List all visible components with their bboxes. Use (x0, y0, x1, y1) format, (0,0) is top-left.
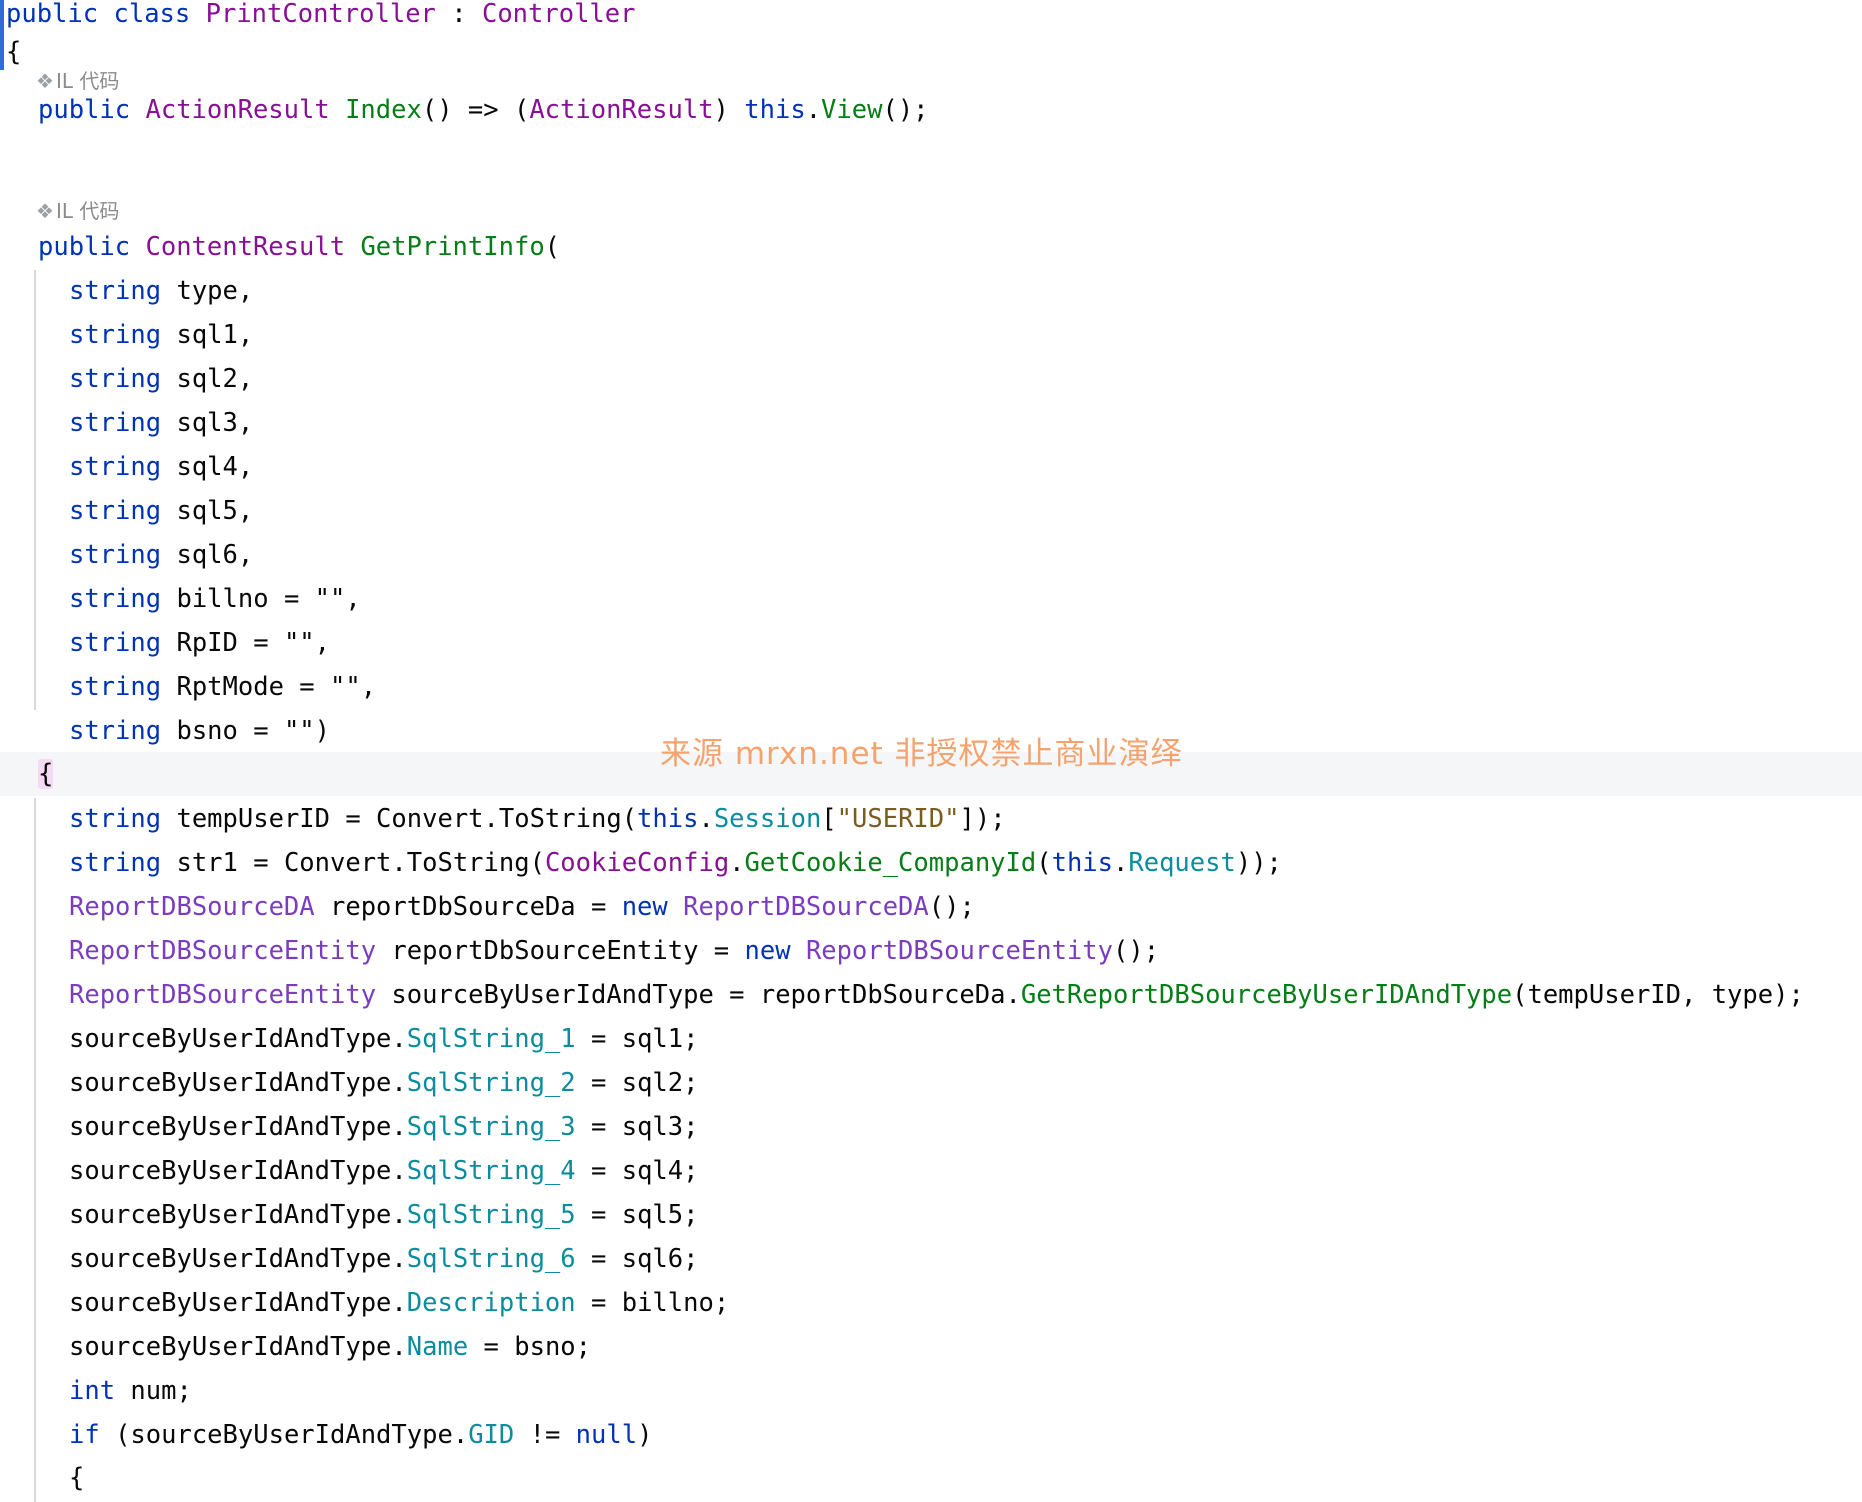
param-line: string sql3, (69, 408, 254, 438)
code-line-entity: ReportDBSourceEntity reportDbSourceEntit… (69, 936, 1160, 966)
index-method-line: public ActionResult Index() => (ActionRe… (38, 95, 929, 125)
il-code-hint[interactable]: ❖ IL 代码 (36, 196, 119, 226)
window-edge (0, 0, 4, 70)
code-editor[interactable]: public class PrintController : Controlle… (0, 0, 1862, 1502)
indent-guide (34, 270, 36, 710)
class-open-brace: { (6, 37, 22, 67)
param-line: string RptMode = "", (69, 672, 377, 702)
watermark-text: 来源 mrxn.net 非授权禁止商业演绎 (660, 736, 1183, 772)
param-line: string sql1, (69, 320, 254, 350)
code-line-assign: sourceByUserIdAndType.SqlString_3 = sql3… (69, 1112, 699, 1142)
param-line: string RpID = "", (69, 628, 331, 658)
code-line-source: ReportDBSourceEntity sourceByUserIdAndTy… (69, 980, 1804, 1010)
param-line: string sql5, (69, 496, 254, 526)
param-line: string billno = "", (69, 584, 361, 614)
code-line-assign: sourceByUserIdAndType.Name = bsno; (69, 1332, 592, 1362)
param-line: string bsno = "") (69, 716, 331, 746)
code-line-tempuserid: string tempUserID = Convert.ToString(thi… (69, 804, 1006, 834)
param-line: string sql4, (69, 452, 254, 482)
code-line-assign: sourceByUserIdAndType.SqlString_5 = sql5… (69, 1200, 699, 1230)
code-line-assign: sourceByUserIdAndType.Description = bill… (69, 1288, 730, 1318)
diamond-icon: ❖ (36, 199, 54, 223)
param-line: string sql6, (69, 540, 254, 570)
code-line-str1: string str1 = Convert.ToString(CookieCon… (69, 848, 1282, 878)
class-declaration: public class PrintController : Controlle… (6, 0, 636, 29)
getprintinfo-method-line: public ContentResult GetPrintInfo( (38, 232, 561, 262)
code-line-int: int num; (69, 1376, 192, 1406)
if-open-brace: { (69, 1463, 85, 1493)
code-line-assign: sourceByUserIdAndType.SqlString_6 = sql6… (69, 1244, 699, 1274)
code-line-assign: sourceByUserIdAndType.SqlString_2 = sql2… (69, 1068, 699, 1098)
code-line-assign: sourceByUserIdAndType.SqlString_4 = sql4… (69, 1156, 699, 1186)
code-line-da: ReportDBSourceDA reportDbSourceDa = new … (69, 892, 975, 922)
body-open-brace: { (38, 759, 54, 789)
code-line-if: if (sourceByUserIdAndType.GID != null) (69, 1420, 653, 1450)
param-line: string type, (69, 276, 254, 306)
code-line-assign: sourceByUserIdAndType.SqlString_1 = sql1… (69, 1024, 699, 1054)
param-line: string sql2, (69, 364, 254, 394)
indent-guide (34, 798, 36, 1502)
